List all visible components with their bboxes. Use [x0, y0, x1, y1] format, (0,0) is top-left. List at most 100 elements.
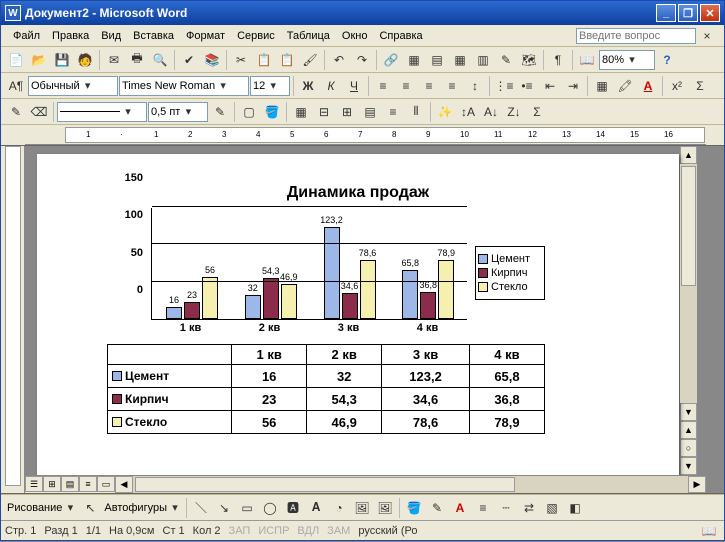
view-outline-icon[interactable]: ≡ [79, 476, 97, 492]
shadow-icon[interactable]: ▧ [541, 497, 563, 519]
ruler-vertical[interactable] [1, 146, 25, 493]
browse-prev-icon[interactable]: ▲ [680, 421, 697, 439]
scroll-up-icon[interactable]: ▲ [680, 146, 697, 164]
bordercolor-icon[interactable]: ✎ [209, 101, 231, 123]
hyperlink-icon[interactable]: 🔗 [380, 49, 402, 71]
justify-icon[interactable]: ≡ [441, 75, 463, 97]
research-icon[interactable]: 📚 [201, 49, 223, 71]
line-icon[interactable]: ＼ [190, 497, 212, 519]
menu-edit[interactable]: Правка [46, 28, 95, 44]
maximize-button[interactable]: ❐ [678, 4, 698, 22]
scroll-down-icon[interactable]: ▼ [680, 403, 697, 421]
menu-insert[interactable]: Вставка [127, 28, 180, 44]
fontcolor-icon[interactable]: A [637, 75, 659, 97]
document-page[interactable]: Динамика продаж 050100150 1623563254,346… [37, 154, 679, 475]
scroll-thumb-v[interactable] [681, 166, 696, 286]
bold-icon[interactable]: Ж [297, 75, 319, 97]
linecolor-icon[interactable]: ✎ [426, 497, 448, 519]
scroll-right-icon[interactable]: ▶ [688, 476, 706, 493]
status-rec[interactable]: ЗАП [229, 525, 251, 537]
fontsize-combo[interactable]: 12▾ [250, 76, 290, 96]
borders-icon[interactable]: ▦ [591, 75, 613, 97]
dashstyle-icon[interactable]: ┄ [495, 497, 517, 519]
align-left-icon[interactable]: ≡ [372, 75, 394, 97]
menu-close-icon[interactable]: × [696, 25, 718, 47]
linestyle-combo[interactable]: ▾ [57, 102, 147, 122]
reading-icon[interactable]: 📖 [576, 49, 598, 71]
eraser-icon[interactable]: ⌫ [28, 101, 50, 123]
linespacing-icon[interactable]: ↕ [464, 75, 486, 97]
view-print-icon[interactable]: ▤ [61, 476, 79, 492]
arrowstyle-icon[interactable]: ⇄ [518, 497, 540, 519]
arrow-icon[interactable]: ↘ [213, 497, 235, 519]
browse-object-icon[interactable]: ○ [680, 439, 697, 457]
preview-icon[interactable]: 🔍 [149, 49, 171, 71]
status-spell-icon[interactable]: 📖 [698, 520, 720, 542]
open-icon[interactable]: 📂 [28, 49, 50, 71]
clipart-icon[interactable]: 🖼 [351, 497, 373, 519]
align-right-icon[interactable]: ≡ [418, 75, 440, 97]
inc-indent-icon[interactable]: ⇥ [562, 75, 584, 97]
help-icon[interactable]: ? [656, 49, 678, 71]
select-objects-icon[interactable]: ↖ [79, 497, 101, 519]
wordart-icon[interactable]: 𝐀 [305, 497, 327, 519]
title-bar[interactable]: W Документ2 - Microsoft Word _ ❐ ✕ [1, 1, 724, 25]
rect-icon[interactable]: ▭ [236, 497, 258, 519]
distribute-cols-icon[interactable]: ⫴ [405, 101, 427, 123]
distribute-rows-icon[interactable]: ≡ [382, 101, 404, 123]
tables-borders-icon[interactable]: ▦ [403, 49, 425, 71]
docmap-icon[interactable]: 🗺 [518, 49, 540, 71]
zoom-combo[interactable]: 80%▾ [599, 50, 655, 70]
menu-view[interactable]: Вид [95, 28, 127, 44]
menu-help[interactable]: Справка [373, 28, 428, 44]
save-icon[interactable]: 💾 [51, 49, 73, 71]
italic-icon[interactable]: К [320, 75, 342, 97]
view-reading-icon[interactable]: ▭ [97, 476, 115, 492]
dec-indent-icon[interactable]: ⇤ [539, 75, 561, 97]
lineweight-combo[interactable]: 0,5 пт▾ [148, 102, 208, 122]
close-button[interactable]: ✕ [700, 4, 720, 22]
sigma-icon[interactable]: Σ [689, 75, 711, 97]
cut-icon[interactable]: ✂ [230, 49, 252, 71]
highlight-icon[interactable]: 🖍 [614, 75, 636, 97]
status-trk[interactable]: ИСПР [258, 525, 289, 537]
align-cells-icon[interactable]: ▤ [359, 101, 381, 123]
linewidth-icon[interactable]: ≡ [472, 497, 494, 519]
autoshapes-menu[interactable]: Автофигуры▾ [102, 498, 183, 518]
chart[interactable]: 050100150 1623563254,346,9123,234,678,66… [107, 208, 609, 338]
text-direction-icon[interactable]: ↕A [457, 101, 479, 123]
menu-table[interactable]: Таблица [281, 28, 336, 44]
outside-border-icon[interactable]: ▢ [238, 101, 260, 123]
bullets-icon[interactable]: •≡ [516, 75, 538, 97]
menu-format[interactable]: Формат [180, 28, 231, 44]
oval-icon[interactable]: ◯ [259, 497, 281, 519]
status-lang[interactable]: русский (Ро [358, 525, 417, 537]
insert-table2-icon[interactable]: ▦ [290, 101, 312, 123]
new-doc-icon[interactable]: 📄 [5, 49, 27, 71]
permission-icon[interactable]: 🧑 [74, 49, 96, 71]
scroll-thumb-h[interactable] [135, 477, 515, 492]
undo-icon[interactable]: ↶ [328, 49, 350, 71]
minimize-button[interactable]: _ [656, 4, 676, 22]
ruler-horizontal[interactable]: 1·1 234 567 8910 111213 141516 [25, 125, 706, 145]
textbox-icon[interactable]: 🅰 [282, 497, 304, 519]
show-marks-icon[interactable]: ¶ [547, 49, 569, 71]
status-ovr[interactable]: ЗАМ [327, 525, 350, 537]
menu-file[interactable]: Файл [7, 28, 46, 44]
question-input[interactable] [576, 28, 696, 44]
picture-icon[interactable]: 🖼 [374, 497, 396, 519]
underline-icon[interactable]: Ч [343, 75, 365, 97]
numbering-icon[interactable]: ⋮≡ [493, 75, 515, 97]
draw-table-icon[interactable]: ✎ [5, 101, 27, 123]
diagram-icon[interactable]: ◔ [328, 497, 350, 519]
format-painter-icon[interactable]: 🖌 [299, 49, 321, 71]
drawing-icon[interactable]: ✎ [495, 49, 517, 71]
split-cells-icon[interactable]: ⊞ [336, 101, 358, 123]
copy-icon[interactable]: 📋 [253, 49, 275, 71]
autoformat-icon[interactable]: ✨ [434, 101, 456, 123]
font-combo[interactable]: Times New Roman▾ [119, 76, 249, 96]
scrollbar-horizontal[interactable]: ☰ ⊞ ▤ ≡ ▭ ◀ ▶ [25, 475, 706, 493]
mail-icon[interactable]: ✉ [103, 49, 125, 71]
draw-menu[interactable]: Рисование▾ [5, 498, 78, 518]
print-icon[interactable]: 🖶 [126, 49, 148, 71]
